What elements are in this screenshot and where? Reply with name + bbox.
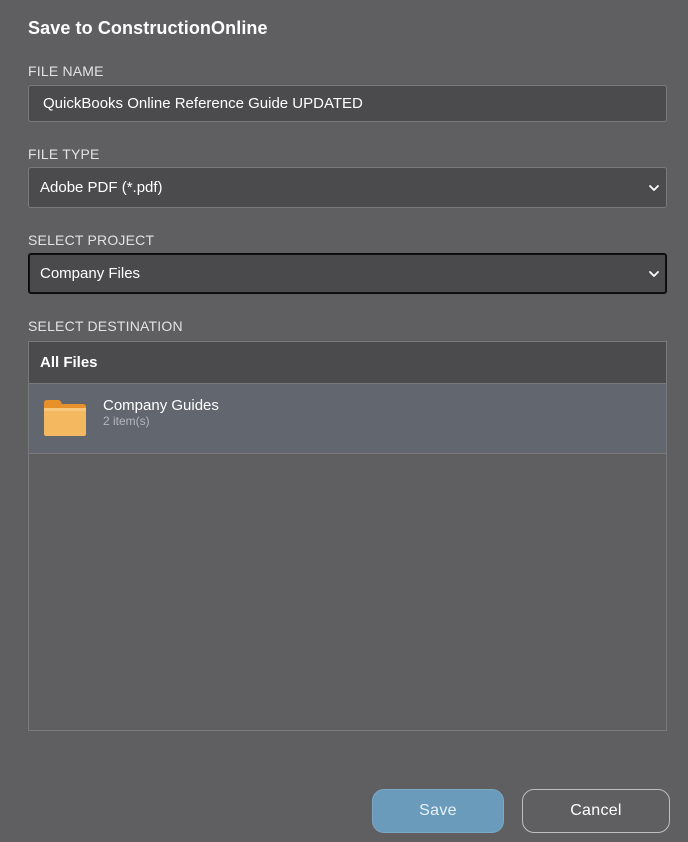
- save-button[interactable]: Save: [372, 789, 504, 833]
- project-value: Company Files: [40, 265, 141, 282]
- cancel-button[interactable]: Cancel: [522, 789, 670, 833]
- chevron-down-icon: [649, 184, 659, 191]
- project-select[interactable]: Company Files: [28, 253, 667, 294]
- folder-row-company-guides[interactable]: Company Guides 2 item(s): [29, 384, 666, 454]
- breadcrumb-all-files[interactable]: All Files: [29, 342, 666, 384]
- dialog-title: Save to ConstructionOnline: [28, 18, 268, 38]
- file-name-label: FILE NAME: [28, 63, 104, 79]
- file-type-select[interactable]: Adobe PDF (*.pdf): [28, 167, 667, 208]
- select-project-label: SELECT PROJECT: [28, 232, 155, 248]
- file-type-label: FILE TYPE: [28, 146, 100, 162]
- folder-name: Company Guides: [103, 397, 219, 414]
- file-type-value: Adobe PDF (*.pdf): [40, 179, 163, 196]
- select-destination-label: SELECT DESTINATION: [28, 318, 183, 334]
- folder-item-count: 2 item(s): [103, 414, 150, 428]
- file-name-input[interactable]: [28, 85, 667, 122]
- chevron-down-icon: [649, 270, 659, 277]
- save-dialog: Save to ConstructionOnline FILE NAME FIL…: [0, 0, 688, 842]
- destination-browser: All Files Company Guides 2 item(s): [28, 341, 667, 731]
- folder-icon: [44, 400, 86, 436]
